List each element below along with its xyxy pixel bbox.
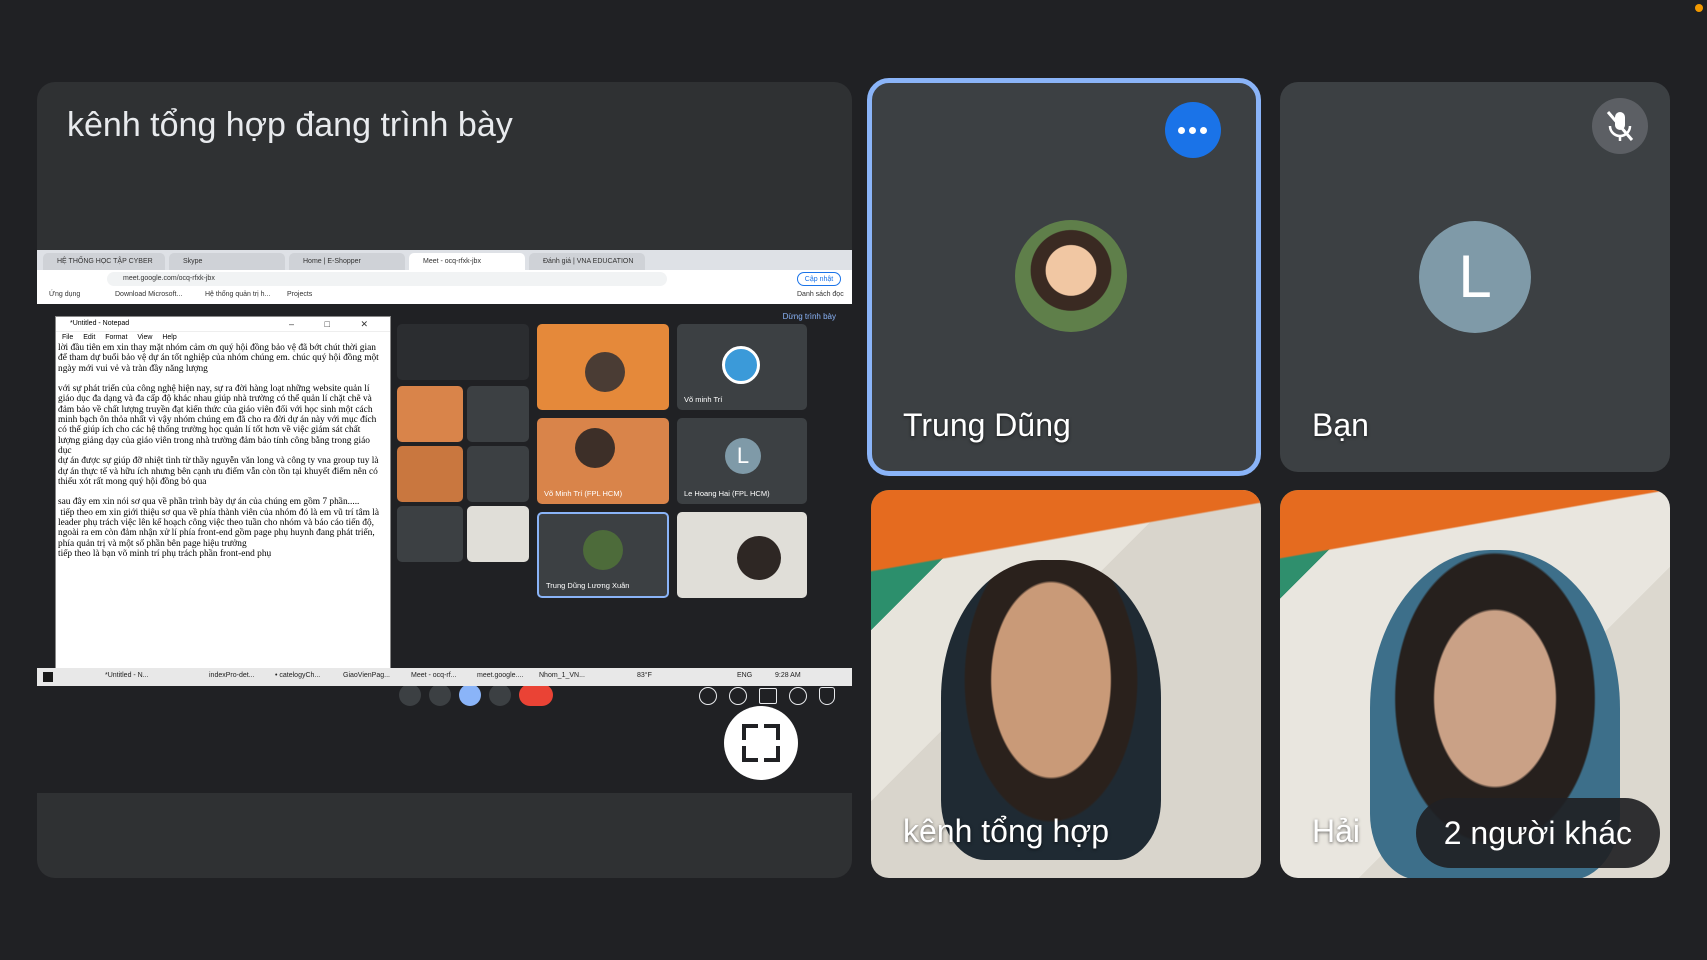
people-icon	[729, 687, 747, 705]
participant-name: kênh tổng hợp	[903, 813, 1110, 849]
bookmark: Projects	[287, 291, 313, 298]
bookmark: Hệ thống quản trị h...	[205, 291, 271, 298]
taskbar-item: Nhom_1_VN...	[539, 672, 585, 679]
info-icon	[699, 687, 717, 705]
browser-url: meet.google.com/ocq-rfxk-jbx	[107, 272, 667, 286]
mini-tile: L Le Hoang Hai (FPL HCM)	[677, 418, 807, 504]
taskbar-clock: 9:28 AM	[775, 672, 801, 679]
windows-taskbar: *Untitled - N... indexPro-det... • catel…	[37, 668, 852, 686]
mini-video-face	[583, 530, 623, 570]
nested-screen-preview	[397, 324, 529, 380]
notepad-title: *Untitled - Notepad – □ ✕	[56, 317, 390, 332]
taskbar-item: • catelogyCh...	[275, 672, 321, 679]
participant-name: Trung Dũng	[903, 407, 1071, 443]
window-controls: – □ ✕	[289, 319, 382, 329]
taskbar-item: *Untitled - N...	[105, 672, 149, 679]
participant-tile-kenh-tong-hop[interactable]: kênh tổng hợp	[871, 490, 1261, 878]
notepad-menu: File Edit Format View Help	[62, 334, 177, 341]
doraemon-avatar	[722, 346, 760, 384]
mini-tile-name: Trung Dũng Lương Xuân	[546, 581, 630, 590]
nested-mini-tile	[467, 506, 529, 562]
recording-dot-icon	[1695, 4, 1703, 12]
bookmark-reading-list: Danh sách đọc	[797, 291, 844, 298]
mini-tile: Võ minh Trí	[677, 324, 807, 410]
mini-video-face	[737, 536, 781, 580]
mini-tile-name: Võ Minh Trí (FPL HCM)	[544, 489, 623, 498]
taskbar-item: indexPro-det...	[209, 672, 255, 679]
others-count-badge[interactable]: 2 người khác	[1415, 798, 1660, 868]
mini-video-face	[575, 428, 615, 468]
browser-address-bar: meet.google.com/ocq-rfxk-jbx Cập nhật	[37, 270, 852, 288]
mini-tile: Võ Minh Trí (FPL HCM)	[537, 418, 669, 504]
bookmark: Download Microsoft...	[115, 291, 183, 298]
fullscreen-button[interactable]	[724, 706, 798, 780]
taskbar-item: meet.google....	[477, 672, 524, 679]
nested-mini-tile	[397, 506, 463, 562]
presentation-title: kênh tổng hợp đang trình bày	[67, 106, 513, 144]
taskbar-weather: 83°F	[637, 672, 652, 679]
mic-off-icon	[1606, 111, 1634, 141]
browser-update-button: Cập nhật	[797, 272, 841, 286]
browser-tab: HỆ THỐNG HỌC TẬP CYBER	[43, 253, 165, 270]
mini-tile	[677, 512, 807, 598]
mini-avatar: L	[725, 438, 761, 474]
browser-tab: Skype	[169, 253, 285, 270]
participant-avatar: L	[1419, 221, 1531, 333]
taskbar-item: GiaoVienPag...	[343, 672, 390, 679]
taskbar-language: ENG	[737, 672, 753, 679]
mic-icon	[399, 684, 421, 706]
windows-start-icon	[43, 672, 53, 682]
nested-mini-tile	[467, 446, 529, 502]
shield-icon	[819, 687, 835, 705]
mic-off-indicator	[1592, 98, 1648, 154]
browser-tab: Meet - ocq-rfxk-jbx	[409, 253, 525, 270]
browser-tab: Home | E-Shopper	[289, 253, 405, 270]
chat-icon	[759, 688, 777, 704]
participant-tile-self[interactable]: L Bạn	[1280, 82, 1670, 472]
browser-tab-strip: HỆ THỐNG HỌC TẬP CYBER Skype Home | E-Sh…	[37, 250, 852, 270]
more-icon	[489, 684, 511, 706]
stop-presenting-label: Dừng trình bày	[782, 312, 836, 321]
meet-window: { "presentation": { "title": "kênh tổng …	[0, 0, 1707, 960]
participant-avatar	[1015, 220, 1127, 332]
participant-tile-hai[interactable]: Hải 2 người khác	[1280, 490, 1670, 878]
participant-name: Hải	[1312, 813, 1361, 849]
end-call-icon	[519, 684, 553, 706]
more-options-button[interactable]	[1165, 102, 1221, 158]
taskbar-item: Meet - ocq-rf...	[411, 672, 457, 679]
notepad-title-text: *Untitled - Notepad	[70, 320, 130, 327]
present-icon	[459, 684, 481, 706]
participant-name: Bạn	[1312, 407, 1369, 443]
participant-tile-trung-dung[interactable]: Trung Dũng	[871, 82, 1257, 472]
mini-tile	[537, 324, 669, 410]
shared-screen: HỆ THỐNG HỌC TẬP CYBER Skype Home | E-Sh…	[37, 250, 852, 793]
presentation-tile[interactable]: kênh tổng hợp đang trình bày HỆ THỐNG HỌ…	[37, 82, 852, 878]
camera-icon	[429, 684, 451, 706]
mini-tile: Trung Dũng Lương Xuân	[537, 512, 669, 598]
notepad-text: lời đầu tiên em xin thay mặt nhóm cảm ơn…	[58, 343, 380, 559]
notepad-window: *Untitled - Notepad – □ ✕ File Edit Form…	[55, 316, 391, 670]
nested-mini-tile	[397, 386, 463, 442]
nested-mini-tile	[467, 386, 529, 442]
mini-tile-name: Võ minh Trí	[684, 395, 723, 404]
browser-bookmarks-bar: Ứng dụng Download Microsoft... Hệ thống …	[37, 288, 852, 305]
browser-tab: Đánh giá | VNA EDUCATION	[529, 253, 645, 270]
mini-tile-name: Le Hoang Hai (FPL HCM)	[684, 489, 770, 498]
nested-mini-tile	[397, 446, 463, 502]
activities-icon	[789, 687, 807, 705]
mini-video-face	[585, 352, 625, 392]
bookmark: Ứng dụng	[49, 291, 81, 298]
